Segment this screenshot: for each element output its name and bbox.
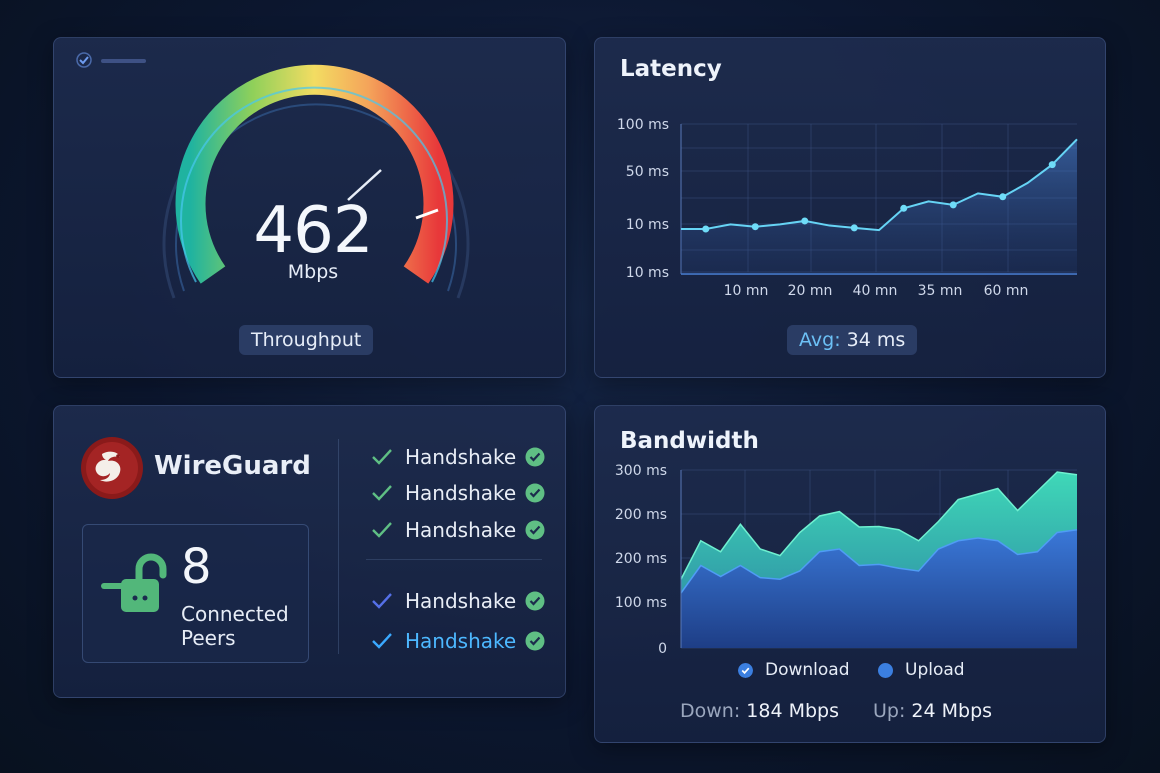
bandwidth-card: Bandwidth 300 ms 200 ms 200 ms 100 ms 0 Down…: [594, 405, 1106, 743]
latency-point: [751, 223, 759, 231]
latency-point: [702, 225, 710, 233]
throughput-unit: Mbps: [287, 261, 339, 283]
peers-count: 8: [181, 539, 212, 595]
y-tick-label: 200 ms: [615, 507, 667, 523]
check-circle-icon: [738, 662, 753, 678]
download-stat-value: 184 Mbps: [740, 700, 840, 722]
upload-stat-value: 24 Mbps: [905, 700, 993, 722]
check-circle-icon: [525, 520, 545, 540]
download-stat: Down: 184 Mbps: [680, 700, 839, 722]
y-tick-label: 100 ms: [615, 595, 667, 611]
handshake-label: Handshake: [405, 445, 517, 469]
divider: [338, 439, 339, 654]
handshake-row: Handshake: [371, 480, 545, 506]
latency-average: Avg: 34 ms: [787, 325, 918, 355]
y-tick-label: 300 ms: [615, 463, 667, 479]
x-tick-label: 35 mn: [918, 283, 963, 299]
latency-point: [900, 204, 908, 212]
latency-chart: 100 ms 50 ms 10 ms 10 ms 10 mn 20 mn 40 mn 35 m…: [617, 117, 1078, 299]
y-tick-label: 100 ms: [617, 117, 669, 133]
legend-upload[interactable]: Upload: [878, 660, 965, 680]
check-circle-icon: [525, 631, 545, 651]
throughput-card: 462 Mbps Throughput: [53, 37, 566, 378]
latency-point: [999, 193, 1007, 201]
latency-point: [949, 201, 957, 209]
handshake-label: Handshake: [405, 589, 517, 613]
upload-stat: Up: 24 Mbps: [873, 700, 992, 722]
checkmark-icon: [372, 449, 392, 465]
peers-label: Connected Peers: [181, 602, 289, 650]
handshake-row: Handshake: [371, 444, 545, 470]
checkmark-icon: [372, 633, 392, 649]
latency-point: [850, 224, 858, 232]
latency-card: Latency 100 ms 50 ms 10 ms 10 ms 10 mn 20 mn 4…: [594, 37, 1106, 378]
y-tick-label: 10 ms: [626, 217, 669, 233]
y-tick-label: 0: [658, 641, 667, 657]
x-tick-label: 20 mn: [788, 283, 833, 299]
wireguard-logo-icon: [81, 437, 143, 499]
bandwidth-chart: 300 ms 200 ms 200 ms 100 ms 0: [615, 463, 1078, 657]
latency-average-value: 34 ms: [840, 329, 906, 351]
check-circle-icon: [525, 447, 545, 467]
handshake-label: Handshake: [405, 518, 517, 542]
handshake-row: Handshake: [371, 628, 545, 654]
divider: [366, 559, 542, 560]
checkmark-icon: [372, 485, 392, 501]
unlock-icon: [101, 553, 167, 612]
handshake-label: Handshake: [405, 481, 517, 505]
throughput-label: Throughput: [239, 325, 374, 355]
latency-average-key: Avg:: [799, 329, 841, 351]
throughput-value: 462: [253, 194, 373, 268]
latency-point: [801, 217, 809, 225]
x-tick-label: 40 mn: [853, 283, 898, 299]
wireguard-name: WireGuard: [154, 451, 311, 481]
handshake-label: Handshake: [405, 629, 517, 653]
latency-area: [681, 139, 1077, 274]
x-tick-label: 60 mn: [984, 283, 1029, 299]
check-circle-icon: [525, 483, 545, 503]
handshake-row: Handshake: [371, 588, 545, 614]
handshake-row: Handshake: [371, 517, 545, 543]
upload-dot-icon: [878, 662, 893, 678]
download-stat-key: Down:: [680, 700, 741, 722]
latency-point: [1048, 161, 1056, 169]
legend-download[interactable]: Download: [738, 660, 850, 680]
x-tick-label: 10 mn: [724, 283, 769, 299]
legend-download-label: Download: [765, 660, 850, 680]
checkmark-icon: [372, 522, 392, 538]
check-circle-icon: [525, 591, 545, 611]
connected-peers-panel: 8 Connected Peers: [82, 524, 309, 663]
upload-stat-key: Up:: [873, 700, 906, 722]
wireguard-card: WireGuard 8 Connected Peers Handshake Han…: [53, 405, 566, 698]
legend-upload-label: Upload: [905, 660, 965, 680]
y-tick-label: 200 ms: [615, 551, 667, 567]
checkmark-icon: [372, 593, 392, 609]
y-tick-label: 50 ms: [626, 164, 669, 180]
y-tick-label: 10 ms: [626, 265, 669, 281]
